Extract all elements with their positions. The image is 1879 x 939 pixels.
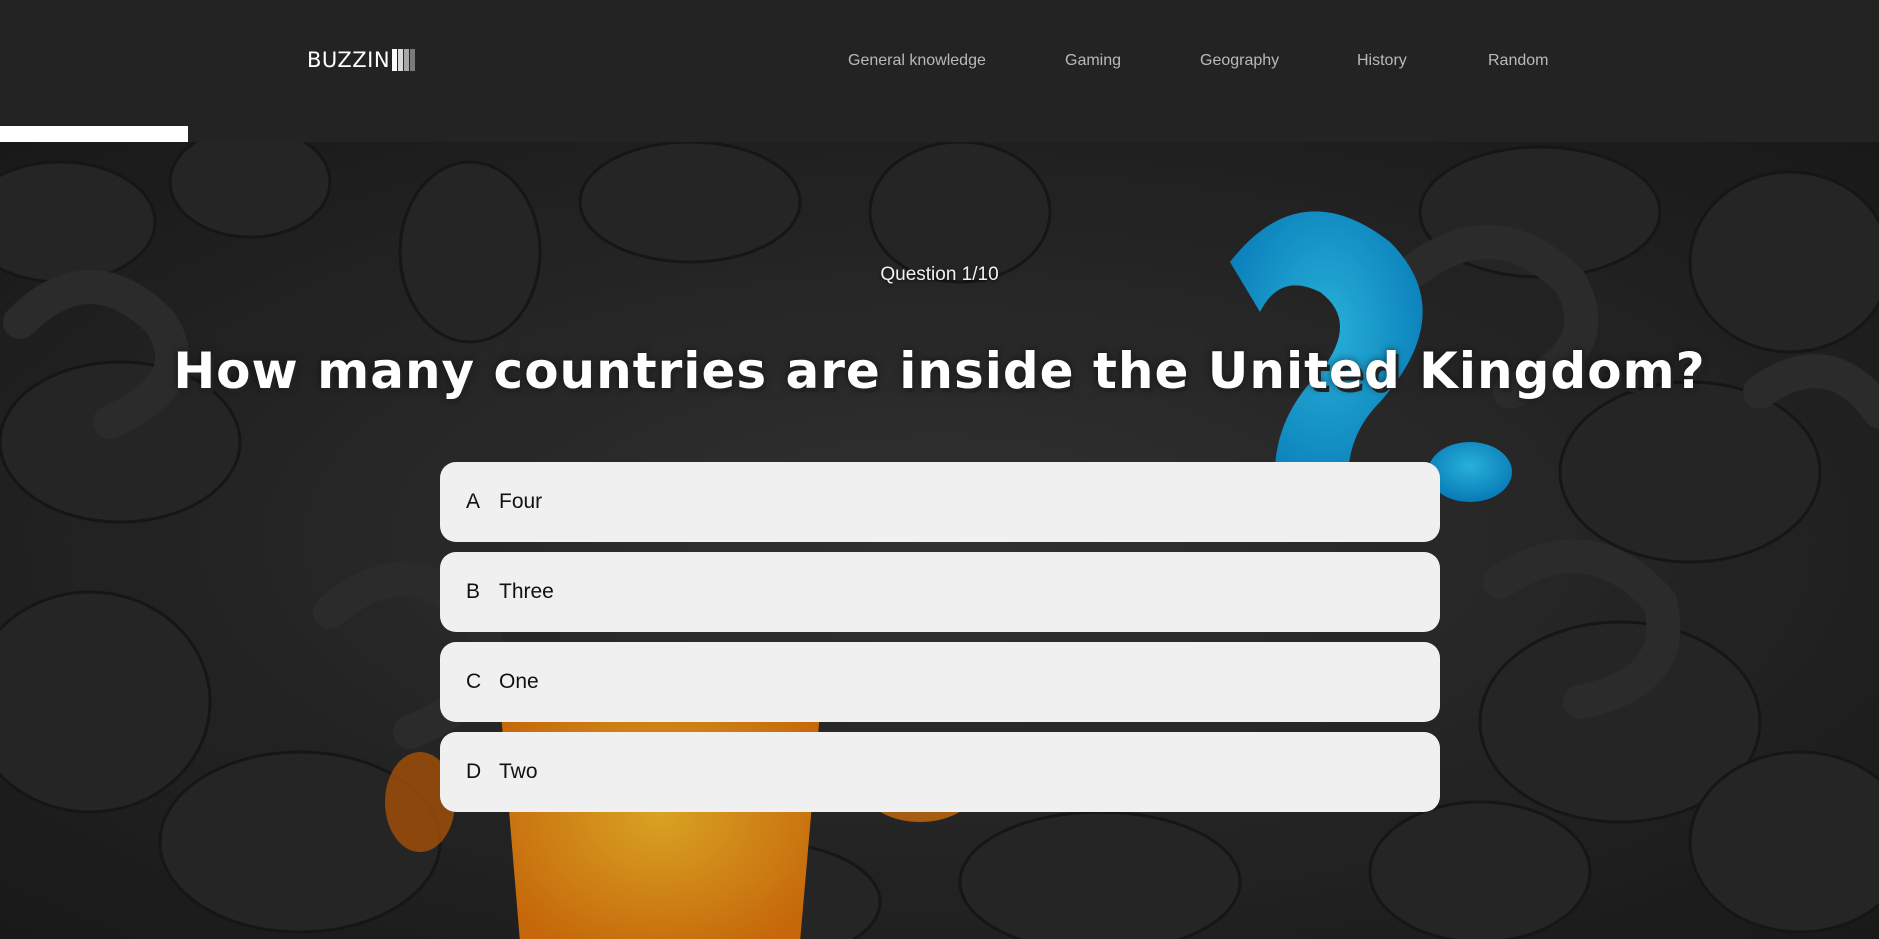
answer-letter: C bbox=[466, 670, 482, 693]
answer-option-c[interactable]: C One bbox=[440, 642, 1440, 722]
quiz-page: BUZZIN General knowledge Gaming Geograph… bbox=[0, 0, 1879, 939]
answer-text: Four bbox=[499, 490, 543, 513]
main-nav: General knowledge Gaming Geography Histo… bbox=[0, 52, 1879, 76]
answer-letter: A bbox=[466, 490, 481, 513]
site-header: BUZZIN General knowledge Gaming Geograph… bbox=[0, 0, 1879, 142]
question-text: How many countries are inside the United… bbox=[173, 342, 1706, 400]
question-counter: Question 1/10 bbox=[880, 264, 999, 285]
answer-text: Three bbox=[499, 580, 554, 603]
answer-list: A Four B Three C One D Two bbox=[440, 462, 1440, 822]
nav-link-general-knowledge[interactable]: General knowledge bbox=[848, 52, 986, 70]
nav-link-geography[interactable]: Geography bbox=[1200, 52, 1279, 70]
quiz-content: Question 1/10 How many countries are ins… bbox=[0, 142, 1879, 939]
quiz-progress-fill bbox=[0, 126, 188, 142]
answer-letter: D bbox=[466, 760, 482, 783]
answer-option-b[interactable]: B Three bbox=[440, 552, 1440, 632]
answer-option-d[interactable]: D Two bbox=[440, 732, 1440, 812]
answer-text: Two bbox=[499, 760, 538, 783]
nav-link-gaming[interactable]: Gaming bbox=[1065, 52, 1121, 70]
quiz-progress-bar bbox=[0, 126, 1879, 142]
nav-link-random[interactable]: Random bbox=[1488, 52, 1548, 70]
answer-option-a[interactable]: A Four bbox=[440, 462, 1440, 542]
answer-letter: B bbox=[466, 580, 481, 603]
nav-link-history[interactable]: History bbox=[1357, 52, 1407, 70]
answer-text: One bbox=[499, 670, 539, 693]
